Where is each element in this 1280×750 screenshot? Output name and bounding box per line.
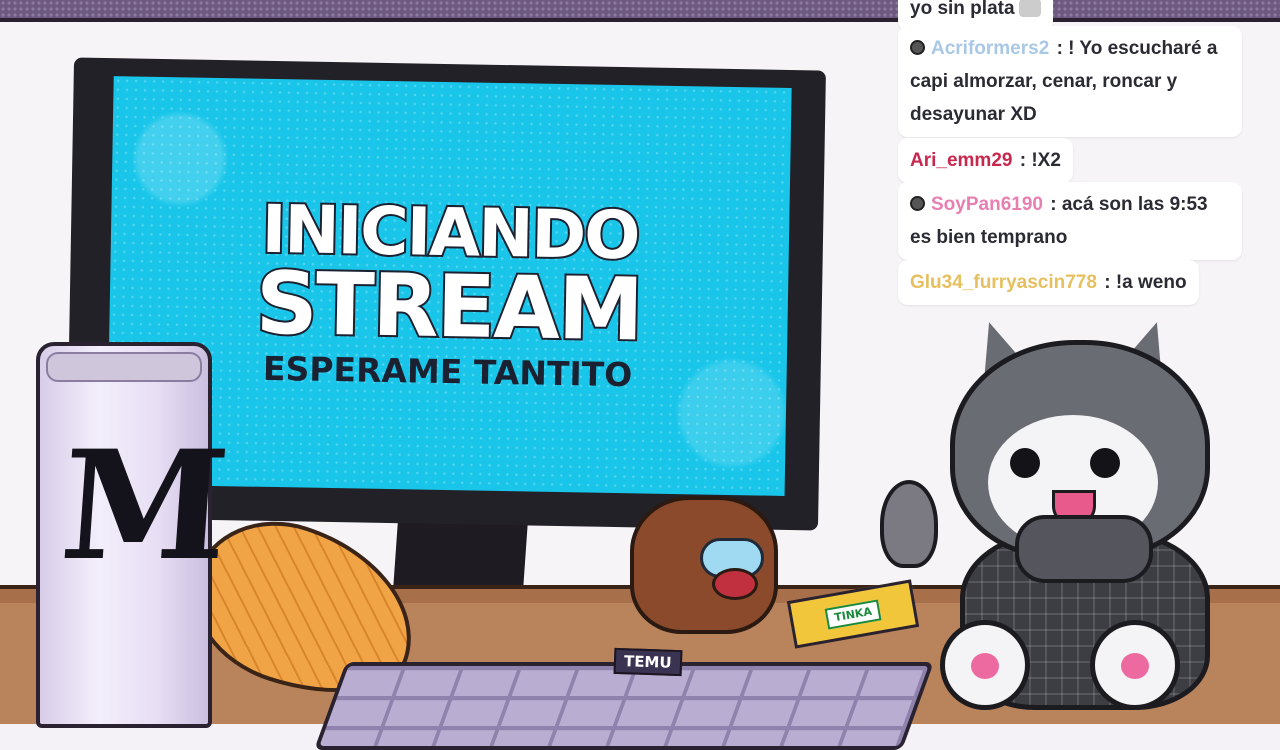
wolf-mascot [880, 310, 1260, 720]
chat-username: SoyPan6190 [931, 194, 1043, 215]
user-badge-icon [910, 40, 925, 55]
wolf-paw-left [940, 620, 1030, 710]
chat-username: Glu34_furryascin778 [910, 272, 1097, 293]
chat-message: Glu34_furryascin778 : !a weno [898, 260, 1199, 305]
heart-icon [712, 568, 758, 600]
wolf-eye-right [1090, 448, 1120, 478]
wolf-eye-left [1010, 448, 1040, 478]
chat-message: Acriformers2 : ! Yo escucharé a capi alm… [898, 26, 1242, 137]
paw-pad [1121, 653, 1149, 679]
wolf-paw-right [1090, 620, 1180, 710]
keyboard [313, 662, 935, 750]
claw-logo-icon: M [55, 418, 235, 594]
user-badge-icon [910, 196, 925, 211]
chat-message-text: : !a weno [1104, 272, 1187, 293]
energy-drink-can: M [36, 342, 235, 728]
chat-message: Ari_emm29 : !X2 [898, 138, 1073, 183]
paw-pad [971, 653, 999, 679]
chat-message-text: yo sin plata [910, 0, 1015, 19]
emote-icon [1018, 0, 1041, 17]
stream-title: STREAM [253, 252, 644, 363]
chat-message: SoyPan6190 : acá son las 9:53 es bien te… [898, 182, 1242, 260]
can-lid [46, 352, 202, 382]
keyboard-tag: TEMU [613, 647, 683, 677]
shovel-icon [880, 480, 938, 568]
plush-bear [630, 496, 778, 634]
chat-username: Acriformers2 [931, 38, 1050, 59]
lottery-card-label: TINKA [824, 598, 882, 630]
chat-username: Ari_emm29 [910, 150, 1013, 171]
chat-message-text: : !X2 [1019, 150, 1061, 171]
wolf-bow [1015, 515, 1153, 583]
